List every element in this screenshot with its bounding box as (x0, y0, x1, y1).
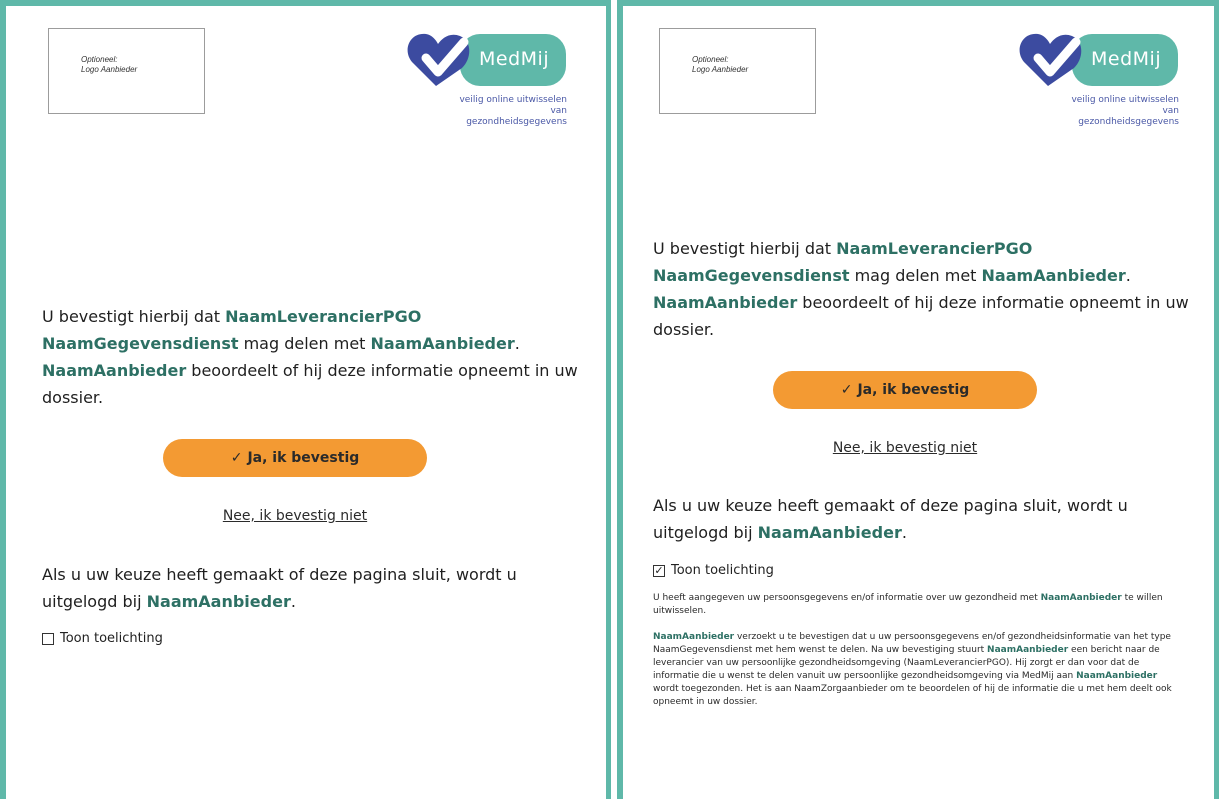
logo-placeholder-line2: Logo Aanbieder (81, 65, 138, 74)
medmij-logo: MedMij veilig online uitwisselen van gez… (406, 28, 570, 127)
show-explanation-label: Toon toelichting (60, 631, 163, 646)
provider-logo-placeholder: Optioneel: Logo Aanbieder (48, 28, 205, 114)
logout-notice: Als u uw keuze heeft gemaakt of deze pag… (42, 561, 582, 615)
medmij-brand-text: MedMij (1091, 48, 1162, 70)
aanbieder-name: NaamAanbieder (981, 266, 1126, 285)
right-consent-panel: Optioneel: Logo Aanbieder MedMij veilig … (617, 0, 1219, 799)
confirmation-dot: . (1125, 266, 1131, 285)
aanbieder-name: NaamAanbieder (1076, 671, 1158, 681)
check-icon: ✓ (230, 450, 243, 466)
aanbieder-name: NaamAanbieder (757, 523, 902, 542)
logo-placeholder-line1: Optioneel: (81, 55, 118, 64)
aanbieder-name: NaamAanbieder (653, 293, 798, 312)
dienst-name: NaamGegevensdienst (42, 334, 239, 353)
confirmation-prefix: U bevestigt hierbij dat (653, 239, 837, 258)
aanbieder-name: NaamAanbieder (653, 632, 735, 642)
medmij-tagline-line2: van gezondheidsgegevens (466, 106, 567, 127)
decline-link[interactable]: Nee, ik bevestig niet (163, 508, 427, 524)
aanbieder-name: NaamAanbieder (987, 645, 1069, 655)
confirm-button[interactable]: ✓ Ja, ik bevestig (163, 439, 427, 477)
explanation-p1-text-a: U heeft aangegeven uw persoonsgegevens e… (653, 593, 1041, 603)
explanation-paragraph-2: NaamAanbieder verzoekt u te bevestigen d… (653, 631, 1183, 709)
confirm-button[interactable]: ✓ Ja, ik bevestig (773, 371, 1037, 409)
logout-notice: Als u uw keuze heeft gemaakt of deze pag… (653, 492, 1193, 546)
explanation-p2-text-c: wordt toegezonden. Het is aan NaamZorgaa… (653, 684, 1172, 707)
medmij-tagline: veilig online uitwisselen van gezondheid… (1063, 95, 1179, 128)
logout-dot: . (290, 592, 296, 611)
logo-placeholder-line2: Logo Aanbieder (692, 65, 749, 74)
provider-logo-placeholder: Optioneel: Logo Aanbieder (659, 28, 816, 114)
dienst-name: NaamGegevensdienst (653, 266, 850, 285)
medmij-tagline-line1: veilig online uitwisselen (1071, 95, 1179, 105)
confirm-button-label: Ja, ik bevestig (247, 450, 360, 466)
pgo-name: NaamLeverancierPGO (836, 239, 1033, 258)
explanation-paragraph-1: U heeft aangegeven uw persoonsgegevens e… (653, 592, 1183, 618)
medmij-brand-text: MedMij (479, 48, 550, 70)
logout-dot: . (901, 523, 907, 542)
confirmation-text: U bevestigt hierbij dat NaamLeverancierP… (42, 303, 582, 411)
medmij-tagline-line2: van gezondheidsgegevens (1078, 106, 1179, 127)
medmij-logo: MedMij veilig online uitwisselen van gez… (1018, 28, 1182, 127)
aanbieder-name: NaamAanbieder (1040, 593, 1122, 603)
aanbieder-name: NaamAanbieder (42, 361, 187, 380)
confirmation-text: U bevestigt hierbij dat NaamLeverancierP… (653, 235, 1193, 343)
left-consent-panel: Optioneel: Logo Aanbieder MedMij veilig … (0, 0, 611, 799)
show-explanation-toggle[interactable]: Toon toelichting (42, 631, 163, 646)
medmij-tagline: veilig online uitwisselen van gezondheid… (451, 95, 567, 128)
confirm-button-label: Ja, ik bevestig (857, 382, 970, 398)
check-icon: ✓ (840, 382, 853, 398)
pgo-name: NaamLeverancierPGO (225, 307, 422, 326)
medmij-tagline-line1: veilig online uitwisselen (459, 95, 567, 105)
explanation-checkbox[interactable]: ✓ (653, 564, 665, 577)
confirmation-dot: . (514, 334, 520, 353)
decline-link[interactable]: Nee, ik bevestig niet (773, 440, 1037, 456)
show-explanation-toggle[interactable]: ✓ Toon toelichting (653, 563, 774, 578)
aanbieder-name: NaamAanbieder (146, 592, 291, 611)
logo-placeholder-line1: Optioneel: (692, 55, 729, 64)
confirmation-prefix: U bevestigt hierbij dat (42, 307, 226, 326)
show-explanation-label: Toon toelichting (671, 563, 774, 578)
aanbieder-name: NaamAanbieder (370, 334, 515, 353)
confirmation-mid: mag delen met (849, 266, 982, 285)
explanation-checkbox[interactable] (42, 632, 54, 645)
confirmation-mid: mag delen met (238, 334, 371, 353)
